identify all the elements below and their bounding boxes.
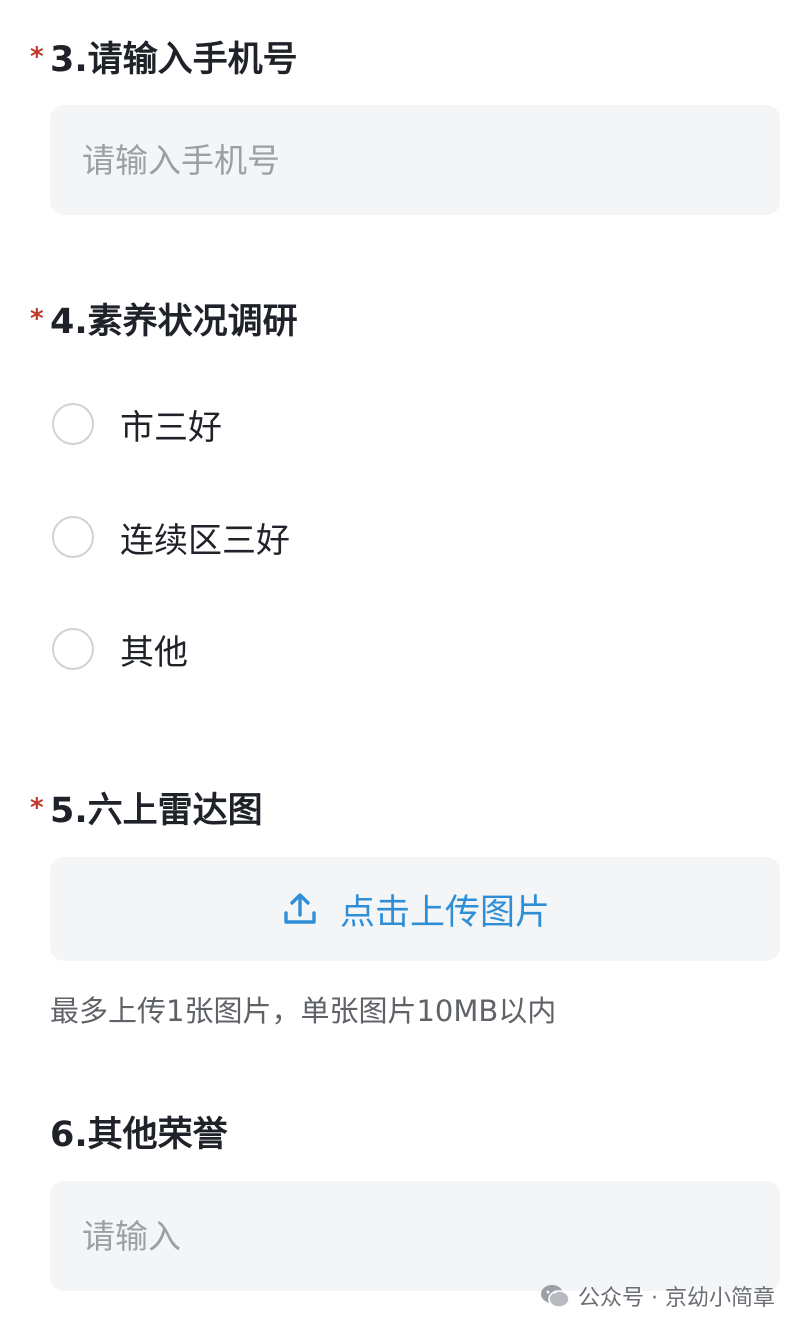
upload-image-button[interactable]: 点击上传图片 [50,857,780,961]
phone-input-box [50,105,780,215]
radio-option-district-merit[interactable]: 连续区三好 [52,513,290,561]
upload-hint: 最多上传1张图片，单张图片10MB以内 [50,994,557,1028]
wechat-icon [541,1285,570,1308]
radio-label: 其他 [120,632,188,673]
question-title-survey: 4.素养状况调研 [50,302,298,342]
required-mark: * [30,304,44,334]
required-mark: * [30,42,44,72]
radio-label: 市三好 [120,407,222,448]
phone-input[interactable] [50,105,780,215]
radio-button[interactable] [52,403,94,445]
radio-option-city-merit[interactable]: 市三好 [52,400,222,448]
question-title-honors: 6.其他荣誉 [50,1115,228,1155]
watermark-text: 公众号 · 京幼小简章 [578,1286,775,1311]
watermark: 公众号 · 京幼小简章 [540,1280,775,1312]
honors-input[interactable] [50,1181,780,1291]
question-title-phone: 3.请输入手机号 [50,40,298,80]
upload-label: 点击上传图片 [339,892,550,933]
question-title-radar: 5.六上雷达图 [50,791,263,831]
honors-input-box [50,1181,780,1291]
radio-button[interactable] [52,516,94,558]
radio-label: 连续区三好 [120,520,290,561]
upload-icon [284,893,316,924]
radio-option-other[interactable]: 其他 [52,625,188,673]
required-mark: * [30,793,44,823]
radio-button[interactable] [52,628,94,670]
